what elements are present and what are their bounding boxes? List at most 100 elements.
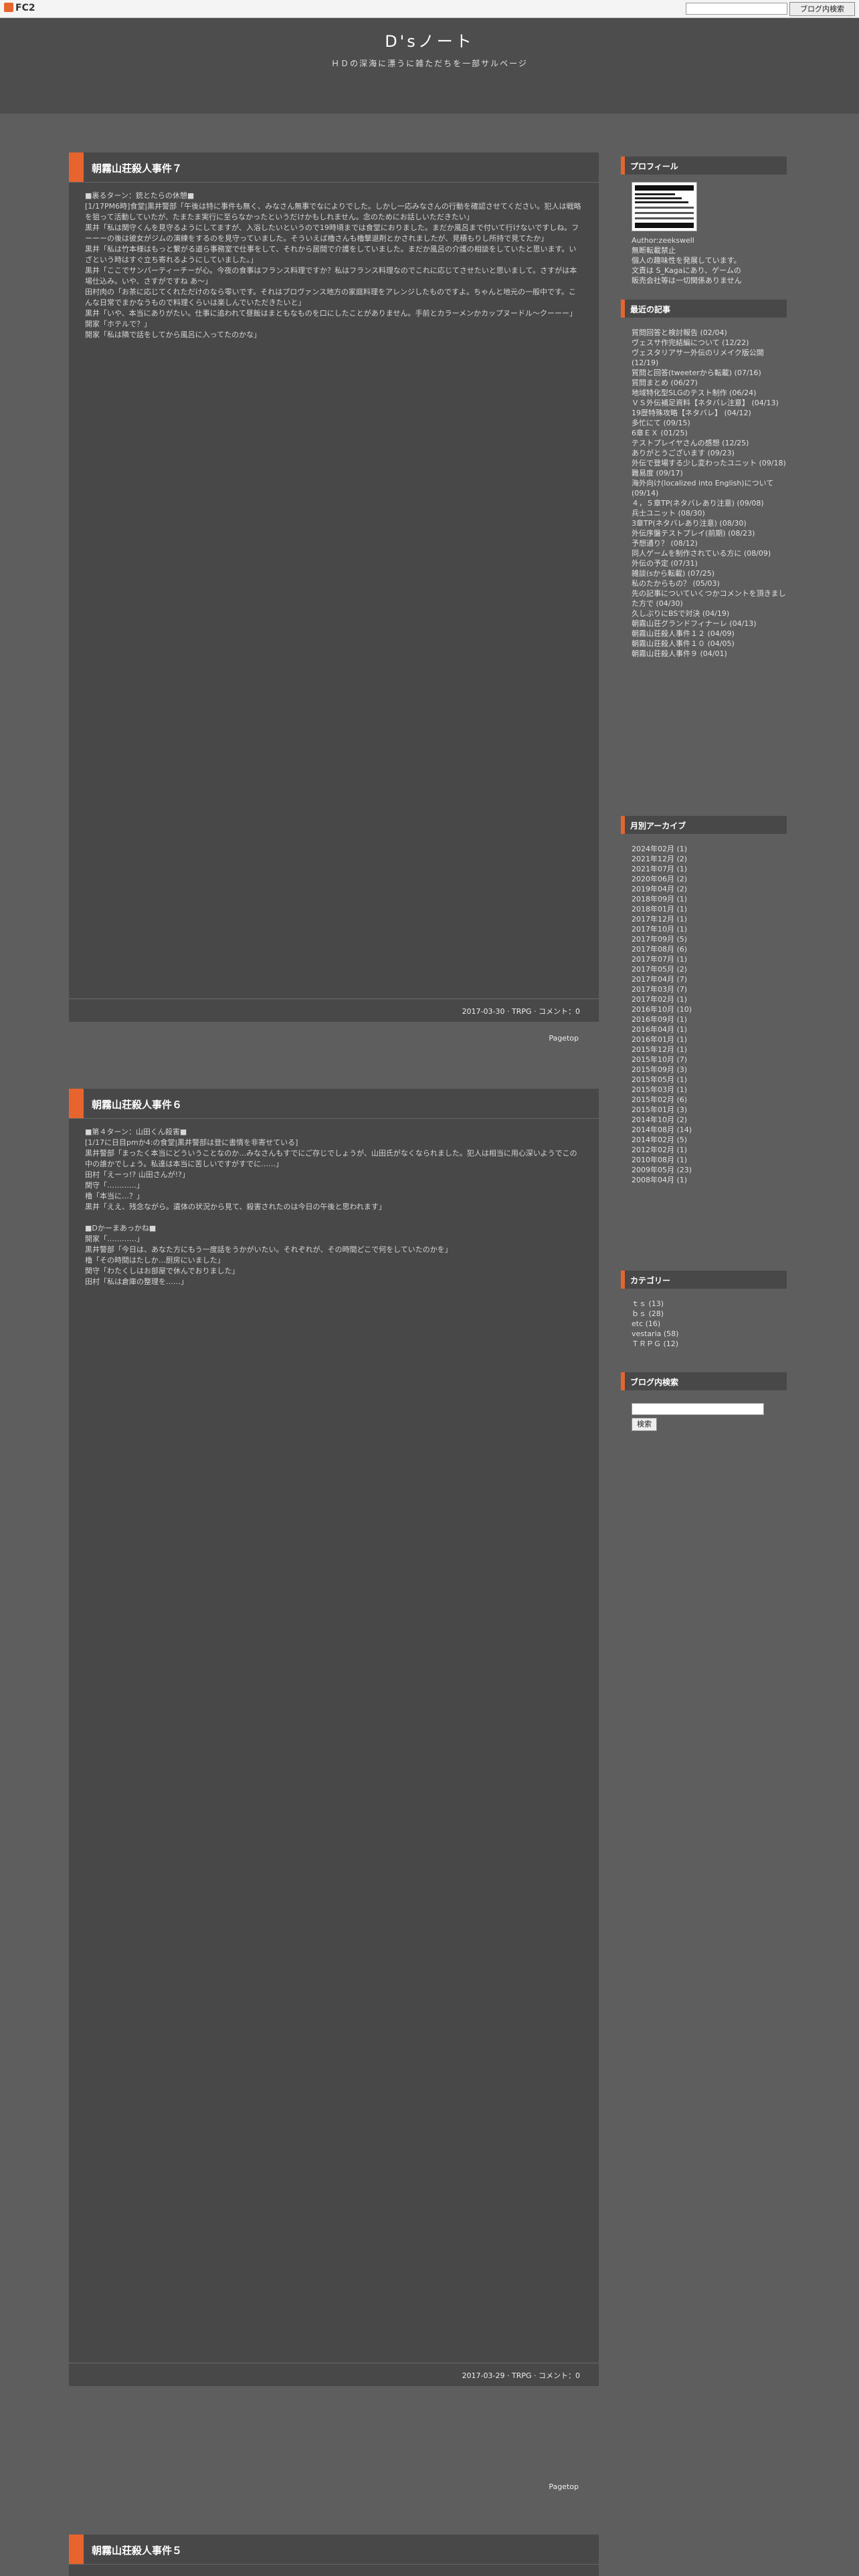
recent-item[interactable]: ヴェスサ作完結編について (12/22) [632,338,787,348]
recent-item[interactable]: 難易度 (09/17) [632,468,787,478]
recent-item[interactable]: 外伝で登場する少し変わったユニット (09/18) [632,458,787,468]
archive-item[interactable]: 2017年09月 (5) [632,934,787,944]
entry-title[interactable]: 朝霧山荘殺人事件７ [92,161,182,175]
entry-body: ■裏るターン：銃とたらの休憩■ [1/17PM6時]食堂|黒井警部「午後は特に事… [69,183,599,340]
archive-item[interactable]: 2019年04月 (2) [632,884,787,894]
archive-item[interactable]: 2016年04月 (1) [632,1025,787,1035]
recent-item[interactable]: ヴェスタリアサー外伝のリメイク版公開 (12/19) [632,348,787,368]
archive-item[interactable]: 2017年04月 (7) [632,974,787,984]
entry-marker [69,1089,84,1118]
blog-entry: 朝霧山荘殺人事件７ ■裏るターン：銃とたらの休憩■ [1/17PM6時]食堂|黒… [69,152,599,1022]
fc2-logo[interactable]: FC2 [4,3,35,13]
archive-item[interactable]: 2016年09月 (1) [632,1014,787,1025]
fc2-toolbar: FC2 ブログ内検索 [0,0,859,18]
archive-item[interactable]: 2017年07月 (1) [632,954,787,964]
archive-item[interactable]: 2021年07月 (1) [632,864,787,874]
category-item[interactable]: ｔｓ (13) [632,1299,787,1309]
archive-item[interactable]: 2012年02月 (1) [632,1145,787,1155]
recent-item[interactable]: ４，５章TP(ネタバレあり注意) (09/08) [632,498,787,508]
archive-item[interactable]: 2008年04月 (1) [632,1175,787,1185]
archive-item[interactable]: 2021年12月 (2) [632,854,787,864]
entry-header: 朝霧山荘殺人事件６ [69,1089,599,1119]
recent-item[interactable]: ありがとうございます (09/23) [632,448,787,458]
archive-item[interactable]: 2016年01月 (1) [632,1035,787,1045]
blog-search-button[interactable]: ブログ内検索 [789,2,855,16]
archive-item[interactable]: 2017年03月 (7) [632,984,787,994]
recent-item[interactable]: 3章TP(ネタバレあり注意) (08/30) [632,518,787,528]
recent-item[interactable]: 外伝序盤テストプレイ(前期) (08/23) [632,528,787,538]
archive-item[interactable]: 2020年06月 (2) [632,874,787,884]
profile-line: 文責は S_Kagaにあり、ゲームの [632,266,741,275]
recent-item[interactable]: 朝霧山荘殺人事件１２ (04/09) [632,629,787,639]
archive-item[interactable]: 2016年10月 (10) [632,1004,787,1014]
recent-item[interactable]: 6章ＥＸ (01/25) [632,428,787,438]
blog-entry: 朝霧山荘殺人事件６ ■第４ターン：山田くん殺害■ [1/17に日目pmか4:の食… [69,1089,599,2386]
entry-title[interactable]: 朝霧山荘殺人事件５ [92,2543,182,2557]
entry-footer: 2017-03-29 · TRPG · コメント：0 [69,2363,599,2386]
recent-item[interactable]: 雑談(sから転載) (07/25) [632,568,787,578]
recent-item[interactable]: 久しぶりにBSで対決 (04/19) [632,609,787,619]
recent-item[interactable]: テストプレイヤさんの感想 (12/25) [632,438,787,448]
archive-item[interactable]: 2010年08月 (1) [632,1155,787,1165]
archive-item[interactable]: 2014年02月 (5) [632,1135,787,1145]
archive-item[interactable]: 2015年02月 (6) [632,1095,787,1105]
qr-pattern-icon [635,185,694,228]
search-button[interactable]: 検索 [632,1418,657,1431]
recent-item[interactable]: 海外向け(localized into English)について (09/14) [632,478,787,498]
profile-heading: プロフィール [621,156,787,175]
pagetop-link[interactable]: Pagetop [522,1034,579,1043]
recent-item[interactable]: 質問まとめ (06/27) [632,378,787,388]
archive-item[interactable]: 2015年10月 (7) [632,1055,787,1065]
pagetop-link[interactable]: Pagetop [522,2482,579,2491]
blog-search-input[interactable] [632,1403,764,1415]
recent-item[interactable]: 朝霧山荘殺人事件９ (04/01) [632,649,787,659]
category-item[interactable]: vestaria (58) [632,1329,787,1339]
recent-item[interactable]: 地域特化型SLGのテスト制作 (06/24) [632,388,787,398]
archive-item[interactable]: 2015年12月 (1) [632,1045,787,1055]
archive-list: 2024年02月 (1) 2021年12月 (2) 2021年07月 (1) 2… [632,844,787,1185]
recent-item[interactable]: 朝霧山荘グランドフィナーレ (04/13) [632,619,787,629]
entry-title[interactable]: 朝霧山荘殺人事件６ [92,1097,182,1111]
entry-meta[interactable]: 2017-03-30 · TRPG · コメント：0 [462,1006,580,1016]
category-item[interactable]: ｂｓ (28) [632,1309,787,1319]
archive-item[interactable]: 2018年09月 (1) [632,894,787,904]
archive-item[interactable]: 2017年05月 (2) [632,964,787,974]
profile-author[interactable]: Author:zeekswell [632,235,787,245]
recent-item[interactable]: 同人ゲームを制作されている方に (08/09) [632,548,787,558]
archive-item[interactable]: 2015年01月 (3) [632,1105,787,1115]
archive-item[interactable]: 2014年08月 (14) [632,1125,787,1135]
archive-item[interactable]: 2015年09月 (3) [632,1065,787,1075]
recent-item[interactable]: 朝霧山荘殺人事件１０ (04/05) [632,639,787,649]
archive-item[interactable]: 2024年02月 (1) [632,844,787,854]
recent-item[interactable]: 外伝の予定 (07/31) [632,558,787,568]
archive-item[interactable]: 2017年08月 (6) [632,944,787,954]
archive-item[interactable]: 2017年10月 (1) [632,924,787,934]
archive-item[interactable]: 2009年05月 (23) [632,1165,787,1175]
category-item[interactable]: ＴＲＰＧ (12) [632,1339,787,1349]
category-item[interactable]: etc (16) [632,1319,787,1329]
entry-header: 朝霧山荘殺人事件５ [69,2535,599,2565]
archive-item[interactable]: 2015年05月 (1) [632,1075,787,1085]
archive-item[interactable]: 2015年03月 (1) [632,1085,787,1095]
recent-item[interactable]: 多忙にて (09/15) [632,418,787,428]
entry-text: ■裏るターン：銃とたらの休憩■ [1/17PM6時]食堂|黒井警部「午後は特に事… [85,191,581,339]
recent-item[interactable]: 先の記事についていくつかコメントを頂きました方で (04/30) [632,588,787,609]
fc2-search-input[interactable] [686,3,787,15]
recent-item[interactable]: ＶＳ外伝補足資料【ネタバレ注意】 (04/13) [632,398,787,408]
archive-item[interactable]: 2018年01月 (1) [632,904,787,914]
archive-item[interactable]: 2017年12月 (1) [632,914,787,924]
recent-item[interactable]: 19歴特殊攻略【ネタバレ】 (04/12) [632,408,787,418]
search-form: 検索 [632,1403,787,1431]
recent-item[interactable]: 質問回答と検討報告 (02/04) [632,328,787,338]
recent-item[interactable]: 質問と回答(tweeterから転載) (07/16) [632,368,787,378]
entry-meta[interactable]: 2017-03-29 · TRPG · コメント：0 [462,2370,580,2381]
archive-heading-text: 月別アーカイブ [630,821,686,831]
archive-item[interactable]: 2014年10月 (2) [632,1115,787,1125]
recent-item[interactable]: 予想通り？ (08/12) [632,538,787,548]
site-title[interactable]: D'sノート [0,28,859,51]
recent-item[interactable]: 兵士ユニット (08/30) [632,508,787,518]
category-heading: カテゴリー [621,1271,787,1289]
profile-body: Author:zeekswell 無断転載禁止 個人の趣味性を発展しています。 … [632,182,787,286]
recent-item[interactable]: 私のたからもの？ (05/03) [632,578,787,588]
archive-item[interactable]: 2017年02月 (1) [632,994,787,1004]
